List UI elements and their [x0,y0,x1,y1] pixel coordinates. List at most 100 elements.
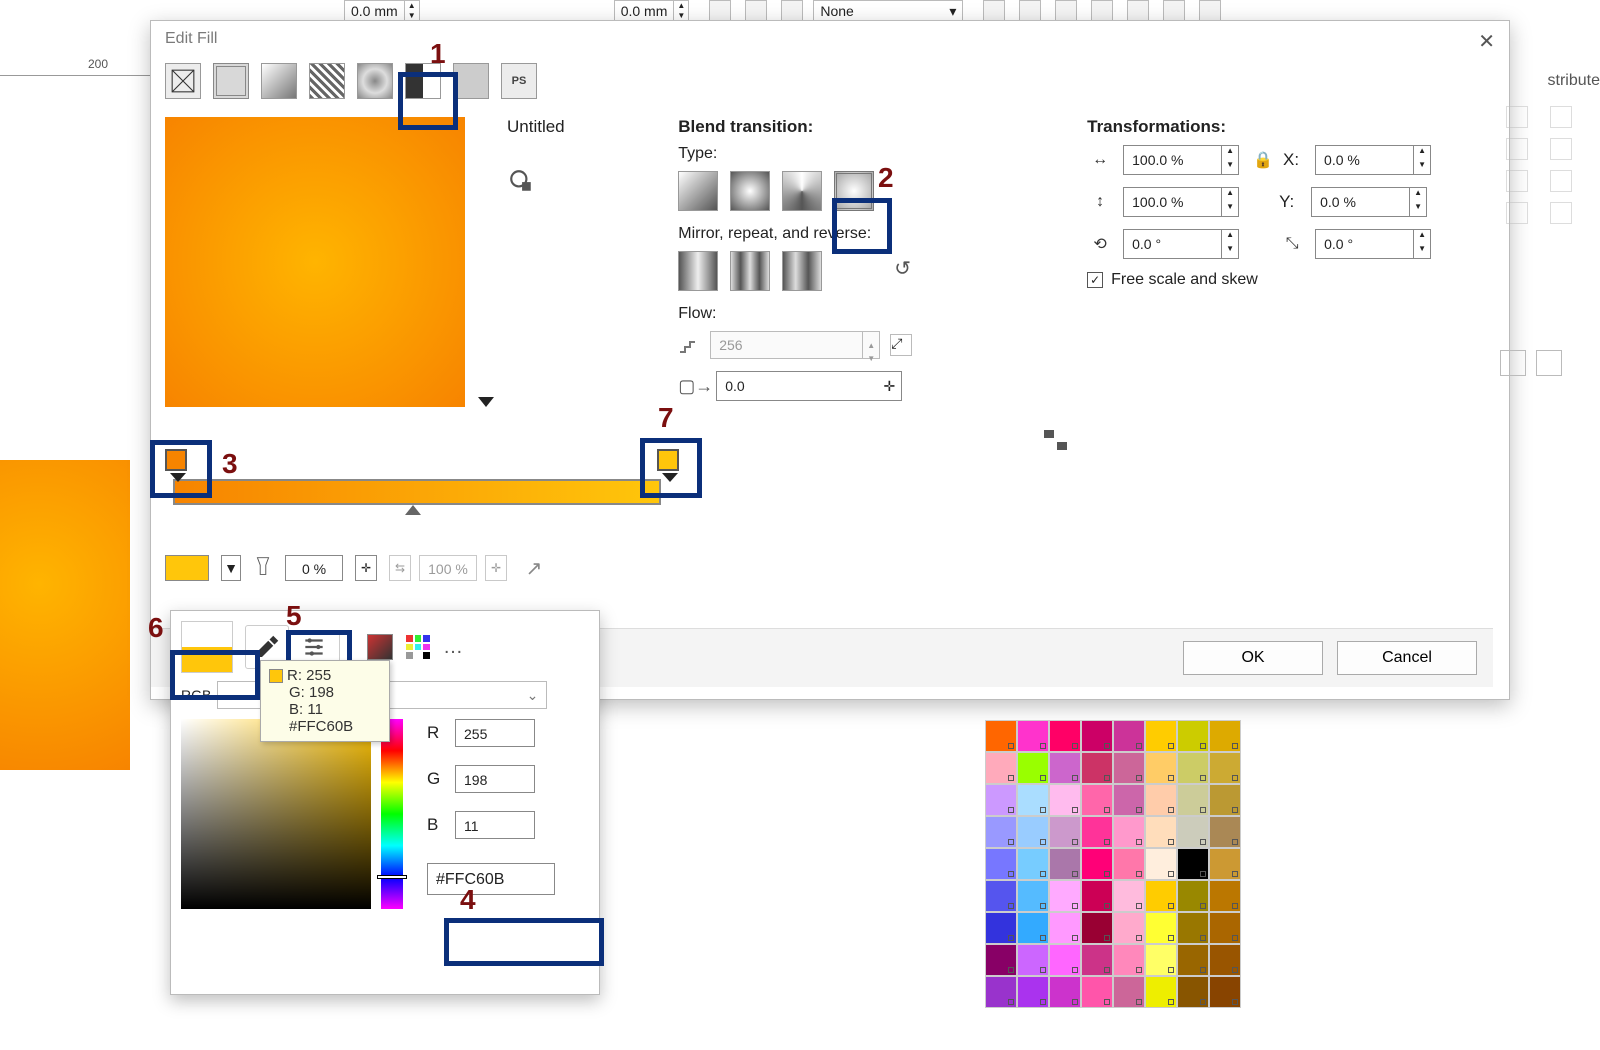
align-icon[interactable] [1506,138,1528,160]
align-icon[interactable] [1550,106,1572,128]
palette-swatch[interactable] [985,848,1017,880]
palette-swatch[interactable] [1145,976,1177,1008]
palette-swatch[interactable] [1145,816,1177,848]
palette-swatch[interactable] [1113,720,1145,752]
palette-swatch[interactable] [1209,720,1241,752]
palette-swatch[interactable] [985,784,1017,816]
toolbar-icon[interactable] [709,0,731,22]
color-field[interactable] [181,719,371,909]
palette-swatch[interactable] [1049,816,1081,848]
palette-swatch[interactable] [1081,912,1113,944]
palette-swatch[interactable] [1049,720,1081,752]
palette-swatch[interactable] [1177,752,1209,784]
align-icon[interactable] [1550,138,1572,160]
palette-swatch[interactable] [1081,880,1113,912]
palette-swatch[interactable] [1209,880,1241,912]
palette-swatch[interactable] [985,752,1017,784]
palette-swatch[interactable] [1177,976,1209,1008]
gradient-bar[interactable] [173,479,661,505]
hex-input[interactable]: #FFC60B [427,863,555,895]
palette-swatch[interactable] [1081,816,1113,848]
node-position-input[interactable]: 0.0✛ [716,371,902,401]
palette-swatch[interactable] [1049,784,1081,816]
palette-swatch[interactable] [1017,752,1049,784]
toolbar-icon[interactable] [1163,0,1185,22]
palette-swatch[interactable] [1081,752,1113,784]
palette-swatch[interactable] [1209,848,1241,880]
palette-swatch[interactable] [1081,848,1113,880]
palette-swatch[interactable] [1145,880,1177,912]
panel-btn[interactable] [1500,350,1526,376]
old-new-swatch[interactable] [181,621,233,673]
align-icon[interactable] [1550,170,1572,192]
toolbar-val2[interactable]: 0.0 mm▲▼ [614,0,690,22]
palette-swatch[interactable] [1209,752,1241,784]
palette-swatch[interactable] [1177,880,1209,912]
type-elliptical[interactable] [730,171,770,211]
g-input[interactable]: 198 [455,765,535,793]
palette-swatch[interactable] [1145,784,1177,816]
toolbar-icon[interactable] [1127,0,1149,22]
node-color-swatch[interactable] [165,555,209,581]
type-conical[interactable] [782,171,822,211]
palette-swatch[interactable] [1049,848,1081,880]
palette-swatch[interactable] [1017,880,1049,912]
fill-postscript-tab[interactable]: PS [501,63,537,99]
palette-swatch[interactable] [1017,944,1049,976]
fill-fountain-tab[interactable] [261,63,297,99]
lock-icon[interactable]: 🔒 [1253,150,1273,170]
palette-swatch[interactable] [1017,976,1049,1008]
toolbar-none-dd[interactable]: None▾ [813,0,963,22]
palette-swatch[interactable] [1209,944,1241,976]
gradient-midpoint[interactable] [405,505,421,515]
type-linear[interactable] [678,171,718,211]
palette-swatch[interactable] [1049,944,1081,976]
palette-swatch[interactable] [1081,784,1113,816]
palette-swatch[interactable] [1177,720,1209,752]
palette-swatch[interactable] [985,880,1017,912]
mirror-repeat[interactable] [730,251,770,291]
palette-swatch[interactable] [1017,816,1049,848]
flow-steps-input[interactable]: 256▲▼ [710,331,880,359]
palette-swatch[interactable] [1177,816,1209,848]
save-preset-icon[interactable] [507,167,535,195]
cancel-button[interactable]: Cancel [1337,641,1477,675]
palette-swatch[interactable] [1049,912,1081,944]
fill-texture-tab[interactable] [453,63,489,99]
opacity-picker-icon[interactable]: ✛ [355,555,377,581]
palette-swatch[interactable] [1145,848,1177,880]
palette-swatch[interactable] [1177,944,1209,976]
palette-swatch[interactable] [1113,880,1145,912]
palette-swatch[interactable] [1113,816,1145,848]
palette-swatch[interactable] [1145,912,1177,944]
palette-swatch[interactable] [1081,976,1113,1008]
palette-swatch[interactable] [985,912,1017,944]
palette-swatch[interactable] [1209,912,1241,944]
preview-preset-dd[interactable] [475,117,497,407]
gradient-stop-end[interactable] [657,449,679,471]
gradient-stop-start[interactable] [165,449,187,471]
palette-swatch[interactable] [1113,752,1145,784]
palette-swatch[interactable] [1145,720,1177,752]
fill-vector-tab[interactable] [357,63,393,99]
sliders-icon[interactable] [301,634,327,660]
document-palette[interactable] [985,720,1241,1008]
y-input[interactable]: 0.0 %▲▼ [1311,187,1427,217]
palette-swatch[interactable] [1177,784,1209,816]
toolbar-icon[interactable] [745,0,767,22]
rotate-icon[interactable]: ↗ [519,553,549,583]
r-input[interactable]: 255 [455,719,535,747]
ok-button[interactable]: OK [1183,641,1323,675]
palette-swatch[interactable] [1017,720,1049,752]
mirror-reverse[interactable] [782,251,822,291]
palette-swatch[interactable] [1017,784,1049,816]
fill-pattern-tab[interactable] [309,63,345,99]
skew-input[interactable]: 0.0 °▲▼ [1315,229,1431,259]
palette-swatch[interactable] [1113,944,1145,976]
palette-swatch[interactable] [1145,944,1177,976]
palette-swatch[interactable] [1081,944,1113,976]
palette-swatch[interactable] [1209,784,1241,816]
palette-swatch[interactable] [1081,720,1113,752]
palette-swatch[interactable] [985,944,1017,976]
palette-swatch[interactable] [1113,784,1145,816]
